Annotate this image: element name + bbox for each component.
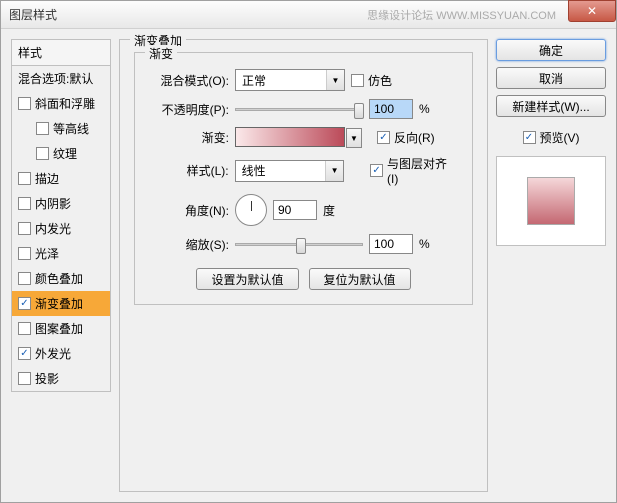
window-title: 图层样式 [9,6,57,23]
opacity-slider[interactable] [235,108,363,111]
cancel-button[interactable]: 取消 [496,67,606,89]
blend-mode-value: 正常 [236,72,326,89]
reset-default-button[interactable]: 复位为默认值 [309,268,411,290]
style-item-label: 斜面和浮雕 [35,95,95,112]
scale-input[interactable]: 100 [369,234,413,254]
blend-options-label: 混合选项:默认 [18,70,93,87]
style-label: 样式(L): [149,162,229,179]
styles-panel: 样式 混合选项:默认 斜面和浮雕等高线纹理描边内阴影内发光光泽颜色叠加渐变叠加图… [11,39,111,492]
style-item-2[interactable]: 纹理 [12,141,110,166]
dialog-content: 样式 混合选项:默认 斜面和浮雕等高线纹理描边内阴影内发光光泽颜色叠加渐变叠加图… [1,29,616,502]
gradient-swatch[interactable]: ▼ [235,127,345,147]
scale-label: 缩放(S): [149,236,229,253]
blend-options-item[interactable]: 混合选项:默认 [12,66,110,91]
style-item-label: 图案叠加 [35,320,83,337]
checkbox-icon [18,222,31,235]
style-item-10[interactable]: 外发光 [12,341,110,366]
checkbox-icon [36,122,49,135]
style-item-7[interactable]: 颜色叠加 [12,266,110,291]
styles-header: 样式 [12,40,110,66]
style-item-label: 投影 [35,370,59,387]
style-item-3[interactable]: 描边 [12,166,110,191]
checkbox-icon [18,272,31,285]
scale-slider[interactable] [235,243,363,246]
style-item-label: 描边 [35,170,59,187]
checkbox-icon [18,172,31,185]
style-dropdown[interactable]: 线性 ▼ [235,160,345,182]
angle-input[interactable]: 90 [273,200,317,220]
checkbox-icon [370,164,383,177]
opacity-unit: % [419,102,430,116]
style-item-4[interactable]: 内阴影 [12,191,110,216]
subgroup-title: 渐变 [145,45,177,62]
chevron-down-icon: ▼ [326,70,344,90]
new-style-button[interactable]: 新建样式(W)... [496,95,606,117]
ok-button[interactable]: 确定 [496,39,606,61]
preview-swatch [527,177,575,225]
slider-thumb[interactable] [354,103,364,119]
style-item-0[interactable]: 斜面和浮雕 [12,91,110,116]
blend-mode-dropdown[interactable]: 正常 ▼ [235,69,345,91]
gradient-overlay-group: 渐变叠加 渐变 混合模式(O): 正常 ▼ 仿色 [119,39,488,492]
style-item-label: 纹理 [53,145,77,162]
angle-dial[interactable] [235,194,267,226]
style-item-1[interactable]: 等高线 [12,116,110,141]
titlebar: 图层样式 思缘设计论坛 WWW.MISSYUAN.COM ✕ [1,1,616,29]
watermark-text: 思缘设计论坛 WWW.MISSYUAN.COM [367,7,556,23]
style-item-11[interactable]: 投影 [12,366,110,391]
options-panel: 渐变叠加 渐变 混合模式(O): 正常 ▼ 仿色 [119,39,488,492]
checkbox-icon [18,347,31,360]
reverse-checkbox[interactable]: 反向(R) [377,129,435,146]
style-item-6[interactable]: 光泽 [12,241,110,266]
checkbox-icon [18,372,31,385]
checkbox-icon [18,97,31,110]
checkbox-icon [523,131,536,144]
styles-listbox: 样式 混合选项:默认 斜面和浮雕等高线纹理描边内阴影内发光光泽颜色叠加渐变叠加图… [11,39,111,392]
angle-unit: 度 [323,202,335,219]
angle-label: 角度(N): [149,202,229,219]
gradient-label: 渐变: [149,129,229,146]
style-item-8[interactable]: 渐变叠加 [12,291,110,316]
checkbox-icon [18,297,31,310]
blend-mode-label: 混合模式(O): [149,72,229,89]
style-value: 线性 [236,162,326,179]
checkbox-icon [377,131,390,144]
checkbox-icon [18,322,31,335]
style-item-9[interactable]: 图案叠加 [12,316,110,341]
chevron-down-icon[interactable]: ▼ [346,128,362,148]
style-item-5[interactable]: 内发光 [12,216,110,241]
close-icon: ✕ [587,4,597,18]
scale-unit: % [419,237,430,251]
style-item-label: 内发光 [35,220,71,237]
style-item-label: 内阴影 [35,195,71,212]
checkbox-icon [36,147,49,160]
slider-thumb[interactable] [296,238,306,254]
style-item-label: 光泽 [35,245,59,262]
align-label: 与图层对齐(I) [387,155,458,186]
make-default-button[interactable]: 设置为默认值 [196,268,298,290]
action-panel: 确定 取消 新建样式(W)... 预览(V) [496,39,606,492]
preview-checkbox[interactable]: 预览(V) [496,129,606,146]
align-checkbox[interactable]: 与图层对齐(I) [370,155,458,186]
dither-label: 仿色 [368,72,392,89]
dither-checkbox[interactable]: 仿色 [351,72,392,89]
checkbox-icon [18,247,31,260]
opacity-input[interactable]: 100 [369,99,413,119]
checkbox-icon [18,197,31,210]
chevron-down-icon: ▼ [325,161,343,181]
layer-style-dialog: 图层样式 思缘设计论坛 WWW.MISSYUAN.COM ✕ 样式 混合选项:默… [0,0,617,503]
close-button[interactable]: ✕ [568,0,616,22]
preview-box [496,156,606,246]
gradient-subgroup: 渐变 混合模式(O): 正常 ▼ 仿色 不透明度(P): [134,52,473,305]
opacity-label: 不透明度(P): [149,101,229,118]
preview-label: 预览(V) [540,129,580,146]
style-item-label: 外发光 [35,345,71,362]
style-item-label: 等高线 [53,120,89,137]
checkbox-icon [351,74,364,87]
style-item-label: 颜色叠加 [35,270,83,287]
reverse-label: 反向(R) [394,129,435,146]
style-item-label: 渐变叠加 [35,295,83,312]
